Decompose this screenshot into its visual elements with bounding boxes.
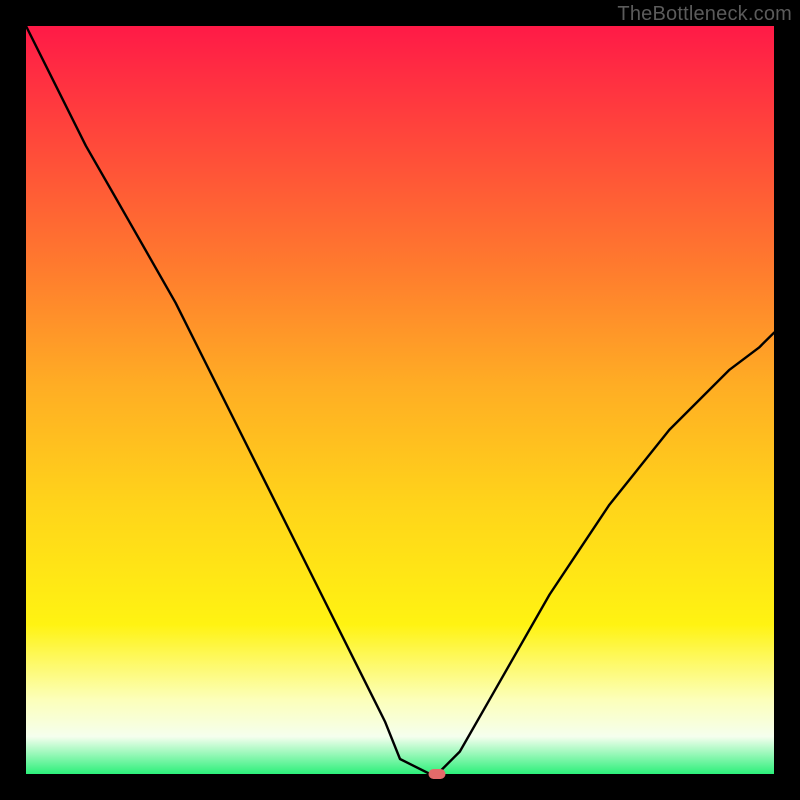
plot-area xyxy=(26,26,774,774)
optimum-marker xyxy=(429,769,446,779)
bottleneck-curve xyxy=(26,26,774,774)
watermark-text: TheBottleneck.com xyxy=(617,3,792,26)
chart-frame: TheBottleneck.com xyxy=(0,0,800,800)
